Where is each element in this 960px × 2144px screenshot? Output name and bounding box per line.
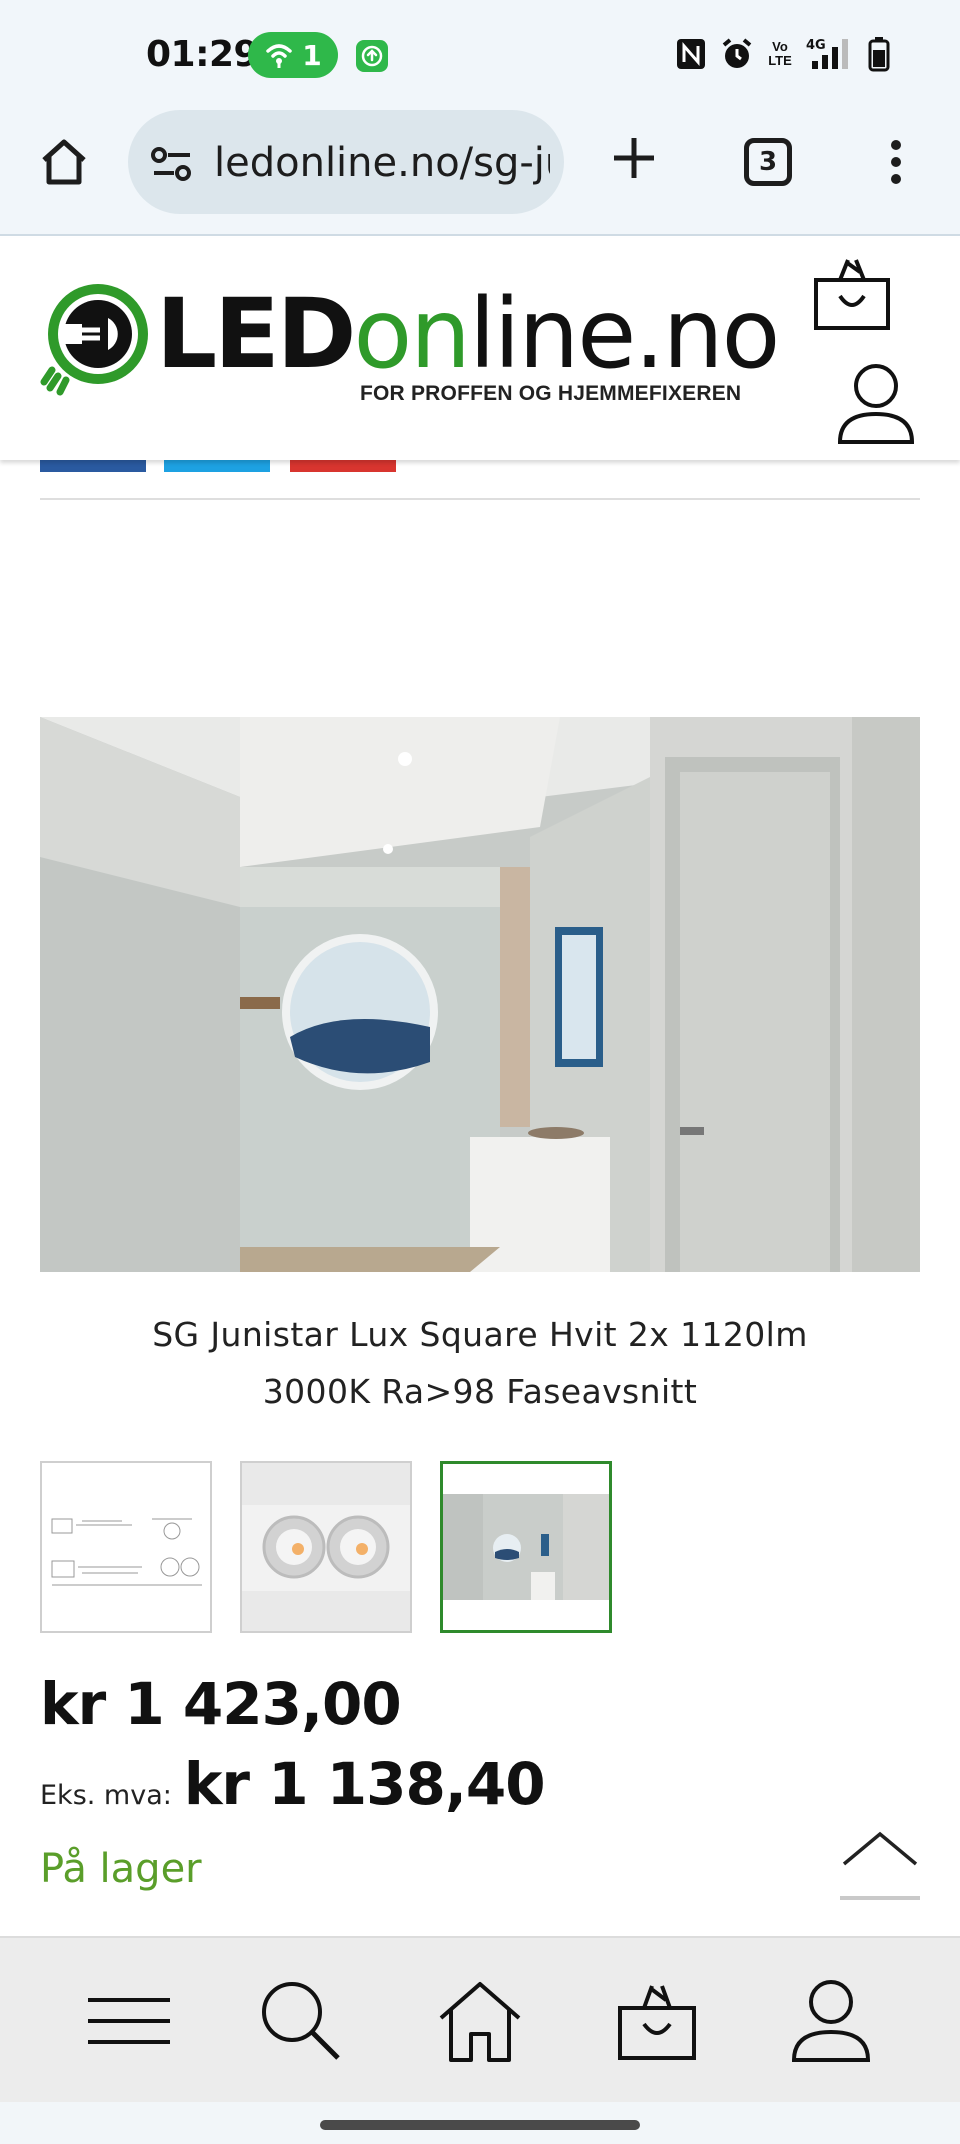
ex-vat-label: Eks. mva:	[40, 1780, 172, 1811]
site-logo[interactable]: LEDonline.no FOR PROFFEN OG HJEMMEFIXERE…	[38, 278, 780, 408]
thumbnail-hallway[interactable]	[440, 1461, 612, 1633]
plus-icon	[614, 138, 654, 178]
header-user-button[interactable]	[836, 362, 916, 446]
gesture-bar	[0, 2102, 960, 2144]
home-icon	[439, 1982, 521, 2062]
new-tab-button[interactable]	[606, 130, 662, 186]
browser-home-button[interactable]	[36, 134, 92, 190]
status-icons: Vo LTE 4G	[676, 36, 890, 72]
status-time: 01:29	[146, 34, 259, 75]
status-bar: 01:29 1 Vo LTE 4G	[0, 0, 960, 110]
svg-text:4G: 4G	[806, 38, 826, 53]
product-price: kr 1 423,00	[40, 1670, 402, 1738]
signal-4g-icon: 4G	[806, 38, 848, 69]
price-ex-vat: Eks. mva: kr 1 138,40	[40, 1750, 546, 1818]
nfc-icon	[677, 39, 705, 69]
user-icon	[837, 364, 915, 444]
cart-icon	[618, 1985, 696, 2060]
thumbnail-product[interactable]	[240, 1461, 412, 1633]
alarm-icon	[722, 38, 752, 68]
nav-home-button[interactable]	[437, 1978, 523, 2064]
hallway-photo	[40, 717, 920, 1272]
header-cart-button[interactable]	[810, 252, 894, 336]
nav-search-button[interactable]	[258, 1978, 344, 2064]
cart-icon	[814, 259, 890, 330]
product-title-line: SG Junistar Lux Square Hvit 2x 1120lm	[152, 1315, 808, 1354]
url-text: ledonline.no/sg-junistar-lux-square	[214, 140, 550, 186]
thumbnail-drawing[interactable]	[40, 1461, 212, 1633]
upload-icon	[356, 40, 388, 72]
gesture-handle[interactable]	[320, 2120, 640, 2130]
chevron-up-icon	[840, 1831, 920, 1900]
battery-icon	[868, 37, 890, 72]
scroll-to-top-button[interactable]	[838, 1826, 922, 1902]
stock-status: På lager	[40, 1846, 202, 1892]
more-vert-icon[interactable]	[880, 134, 912, 190]
logo-tagline: FOR PROFFEN OG HJEMMEFIXEREN	[360, 382, 742, 405]
menu-icon	[88, 1998, 170, 2044]
volte-icon: Vo LTE	[768, 39, 792, 68]
divider	[40, 498, 920, 500]
nav-account-button[interactable]	[788, 1978, 874, 2064]
product-title: SG Junistar Lux Square Hvit 2x 1120lm 30…	[40, 1306, 920, 1420]
home-icon	[42, 139, 86, 185]
thumbnail-strip	[40, 1461, 612, 1633]
browser-toolbar: ledonline.no/sg-junistar-lux-square 3	[0, 110, 960, 236]
product-main-image[interactable]	[40, 717, 920, 1272]
bottom-navigation	[0, 1936, 960, 2102]
logo-wordmark: LEDonline.no	[156, 278, 780, 390]
hotspot-indicator: 1	[248, 32, 338, 78]
account-icon	[791, 1980, 871, 2062]
search-icon	[262, 1982, 340, 2060]
site-settings-icon[interactable]	[150, 146, 194, 182]
hotspot-count: 1	[302, 38, 322, 72]
product-title-line: 3000K Ra>98 Faseavsnitt	[262, 1372, 698, 1411]
nav-menu-button[interactable]	[86, 1978, 172, 2064]
bulb-plug-icon	[40, 284, 148, 396]
url-bar[interactable]: ledonline.no/sg-junistar-lux-square	[128, 110, 564, 214]
hotspot-icon	[266, 44, 292, 68]
nav-cart-button[interactable]	[614, 1978, 700, 2064]
tabs-icon[interactable]: 3	[744, 138, 792, 186]
ex-vat-price: kr 1 138,40	[183, 1750, 546, 1818]
site-header: LEDonline.no FOR PROFFEN OG HJEMMEFIXERE…	[0, 238, 960, 460]
